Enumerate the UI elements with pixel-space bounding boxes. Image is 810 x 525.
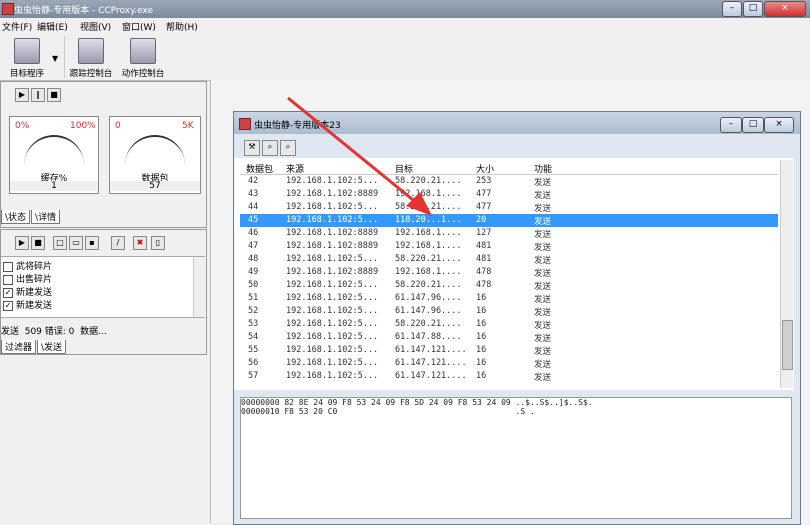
arrow-shaft [287,96,419,206]
annotation-arrow [287,96,432,216]
